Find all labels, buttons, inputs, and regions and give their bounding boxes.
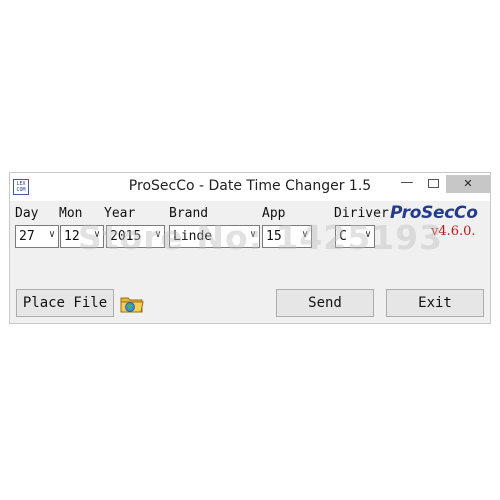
window-title: ProSecCo - Date Time Changer 1.5 xyxy=(128,178,372,194)
day-select[interactable]: 27 ∨ xyxy=(15,225,59,248)
day-value: 27 xyxy=(19,229,35,244)
app-window: LEX COM ProSecCo - Date Time Changer 1.5… xyxy=(9,172,491,324)
chevron-down-icon: ∨ xyxy=(48,229,55,240)
folder-globe-icon[interactable] xyxy=(120,294,144,314)
title-bar[interactable]: LEX COM ProSecCo - Date Time Changer 1.5… xyxy=(10,173,490,201)
chevron-down-icon: ∨ xyxy=(93,229,100,240)
prosecco-logo: ProSecCo xyxy=(390,203,478,223)
exit-button[interactable]: Exit xyxy=(386,289,484,317)
chevron-down-icon: ∨ xyxy=(154,229,161,240)
close-button[interactable]: ✕ xyxy=(446,175,490,193)
chevron-down-icon: ∨ xyxy=(301,229,308,240)
year-select[interactable]: 2015 ∨ xyxy=(106,225,165,248)
app-value: 15 xyxy=(266,229,282,244)
version-label: v4.6.0. xyxy=(431,224,476,239)
chevron-down-icon: ∨ xyxy=(364,229,371,240)
brand-label: Brand xyxy=(169,206,209,221)
app-label: App xyxy=(262,206,286,221)
send-button[interactable]: Send xyxy=(276,289,374,317)
brand-value: Linde xyxy=(173,229,213,244)
app-select[interactable]: 15 ∨ xyxy=(262,225,312,248)
month-label: Mon xyxy=(59,206,83,221)
place-file-button[interactable]: Place File xyxy=(16,289,114,317)
maximize-button[interactable] xyxy=(422,173,444,193)
driver-select[interactable]: C ∨ xyxy=(335,225,375,248)
month-value: 12 xyxy=(64,229,80,244)
chevron-down-icon: ∨ xyxy=(249,229,256,240)
minimize-button[interactable]: — xyxy=(396,173,418,193)
day-label: Day xyxy=(15,206,39,221)
driver-label: Diriver xyxy=(334,206,389,221)
maximize-icon xyxy=(427,179,439,188)
year-value: 2015 xyxy=(110,229,142,244)
year-label: Year xyxy=(104,206,136,221)
driver-value: C xyxy=(339,229,347,244)
brand-select[interactable]: Linde ∨ xyxy=(169,225,260,248)
month-select[interactable]: 12 ∨ xyxy=(60,225,104,248)
